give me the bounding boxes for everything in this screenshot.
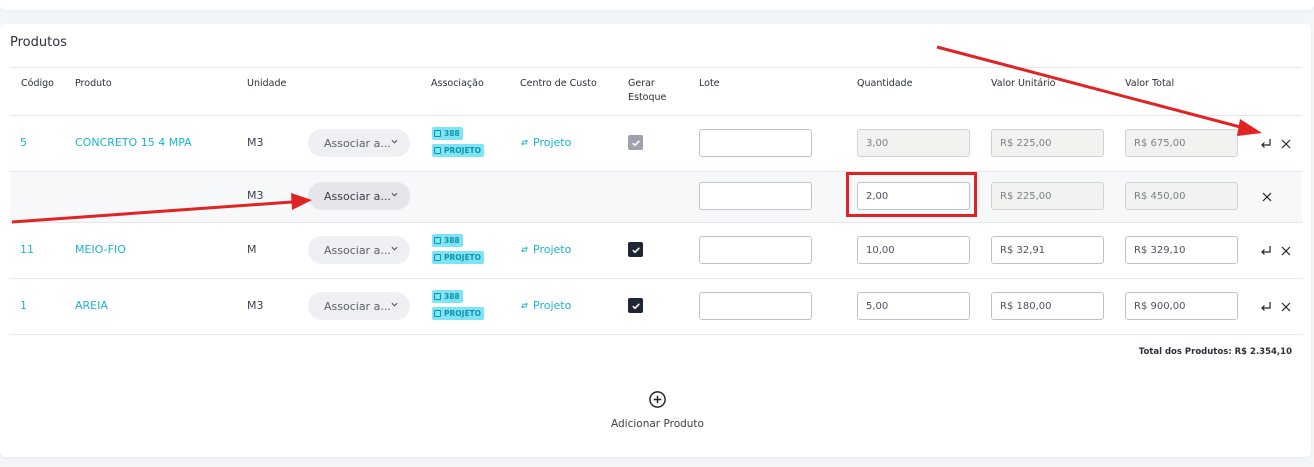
col-header-gerar-estoque-line1: Gerar <box>628 78 655 89</box>
close-icon[interactable] <box>1279 244 1293 258</box>
chevron-down-icon <box>391 246 398 251</box>
lote-input[interactable] <box>699 292 812 320</box>
section-title: Produtos <box>10 35 67 50</box>
associar-select[interactable]: Associar a... <box>308 236 410 264</box>
row-codigo[interactable]: 1 <box>20 299 27 312</box>
associar-select-label: Associar a... <box>324 189 391 203</box>
valor-unitario-input: R$ 225,00 <box>991 129 1104 157</box>
project-number-badge: 388 <box>432 127 463 140</box>
quantidade-input[interactable]: 2,00 <box>857 182 970 210</box>
valor-total-input[interactable]: R$ 900,00 <box>1125 292 1238 320</box>
calendar-icon <box>434 130 441 137</box>
associar-select[interactable]: Associar a... <box>308 182 410 210</box>
col-header-lote: Lote <box>699 78 720 89</box>
split-return-icon[interactable] <box>1259 137 1273 151</box>
col-header-centro-custo: Centro de Custo <box>520 78 597 89</box>
associar-select[interactable]: Associar a... <box>308 292 410 320</box>
products-total: Total dos Produtos: R$ 2.354,10 <box>1138 347 1292 357</box>
project-icon <box>434 310 441 317</box>
header-bottom-divider <box>10 115 1302 116</box>
quantidade-input[interactable]: 3,00 <box>857 129 970 157</box>
project-number-badge: 388 <box>432 234 463 247</box>
project-tag-badge: PROJETO <box>432 307 485 320</box>
add-product-button[interactable]: Adicionar Produto <box>600 390 715 440</box>
centro-custo-link[interactable]: Projeto <box>520 136 571 149</box>
quantidade-input[interactable]: 10,00 <box>857 236 970 264</box>
close-icon[interactable] <box>1260 190 1274 204</box>
project-icon <box>434 254 441 261</box>
close-icon[interactable] <box>1279 300 1293 314</box>
plus-circle-icon <box>649 391 666 408</box>
swap-icon <box>521 302 528 309</box>
associar-select-label: Associar a... <box>324 243 391 257</box>
close-icon[interactable] <box>1279 137 1293 151</box>
associar-select[interactable]: Associar a... <box>308 129 410 157</box>
valor-total-input: R$ 675,00 <box>1125 129 1238 157</box>
row-produto[interactable]: MEIO-FIO <box>75 243 126 256</box>
project-icon <box>434 147 441 154</box>
col-header-produto: Produto <box>75 78 112 89</box>
row-unidade: M3 <box>247 189 264 202</box>
associar-select-label: Associar a... <box>324 136 391 150</box>
chevron-down-icon <box>391 139 398 144</box>
col-header-unidade: Unidade <box>247 78 287 89</box>
centro-custo-link[interactable]: Projeto <box>520 243 571 256</box>
calendar-icon <box>434 293 441 300</box>
split-return-icon[interactable] <box>1259 300 1273 314</box>
split-return-icon[interactable] <box>1259 244 1273 258</box>
associar-select-label: Associar a... <box>324 299 391 313</box>
calendar-icon <box>434 237 441 244</box>
gerar-estoque-checkbox[interactable] <box>628 135 643 150</box>
col-header-valor-unitario: Valor Unitário <box>991 78 1056 89</box>
valor-unitario-input[interactable]: R$ 32,91 <box>991 236 1104 264</box>
check-icon <box>631 302 640 309</box>
split-row-background <box>10 172 1302 222</box>
row-codigo[interactable]: 11 <box>20 243 34 256</box>
lote-input[interactable] <box>699 236 812 264</box>
project-tag-badge: PROJETO <box>432 251 485 264</box>
check-icon <box>631 139 640 146</box>
row-codigo[interactable]: 5 <box>20 136 27 149</box>
header-top-divider <box>10 67 1302 68</box>
check-icon <box>631 246 640 253</box>
centro-custo-link[interactable]: Projeto <box>520 299 571 312</box>
row-divider <box>10 278 1302 279</box>
swap-icon <box>521 139 528 146</box>
row-unidade: M <box>247 243 257 256</box>
valor-total-input: R$ 450,00 <box>1125 182 1238 210</box>
chevron-down-icon <box>391 192 398 197</box>
project-number-badge: 388 <box>432 290 463 303</box>
quantidade-input[interactable]: 5,00 <box>857 292 970 320</box>
gerar-estoque-checkbox[interactable] <box>628 242 643 257</box>
gerar-estoque-checkbox[interactable] <box>628 298 643 313</box>
valor-unitario-input: R$ 225,00 <box>991 182 1104 210</box>
row-produto[interactable]: CONCRETO 15 4 MPA <box>75 136 192 149</box>
project-tag-badge: PROJETO <box>432 144 485 157</box>
swap-icon <box>521 246 528 253</box>
col-header-associacao: Associação <box>431 78 484 89</box>
row-unidade: M3 <box>247 299 264 312</box>
col-header-codigo: Código <box>21 78 54 89</box>
row-unidade: M3 <box>247 136 264 149</box>
add-product-label: Adicionar Produto <box>611 418 704 430</box>
row-divider <box>10 222 1302 223</box>
valor-unitario-input[interactable]: R$ 180,00 <box>991 292 1104 320</box>
row-produto[interactable]: AREIA <box>75 299 108 312</box>
previous-card <box>0 0 1314 10</box>
lote-input[interactable] <box>699 129 812 157</box>
lote-input[interactable] <box>699 182 812 210</box>
col-header-valor-total: Valor Total <box>1125 78 1175 89</box>
table-bottom-divider <box>10 334 1302 335</box>
col-header-quantidade: Quantidade <box>857 78 913 89</box>
products-card: Produtos Código Produto Unidade Associaç… <box>0 24 1311 457</box>
chevron-down-icon <box>391 302 398 307</box>
col-header-gerar-estoque-line2: Estoque <box>628 92 667 103</box>
valor-total-input[interactable]: R$ 329,10 <box>1125 236 1238 264</box>
